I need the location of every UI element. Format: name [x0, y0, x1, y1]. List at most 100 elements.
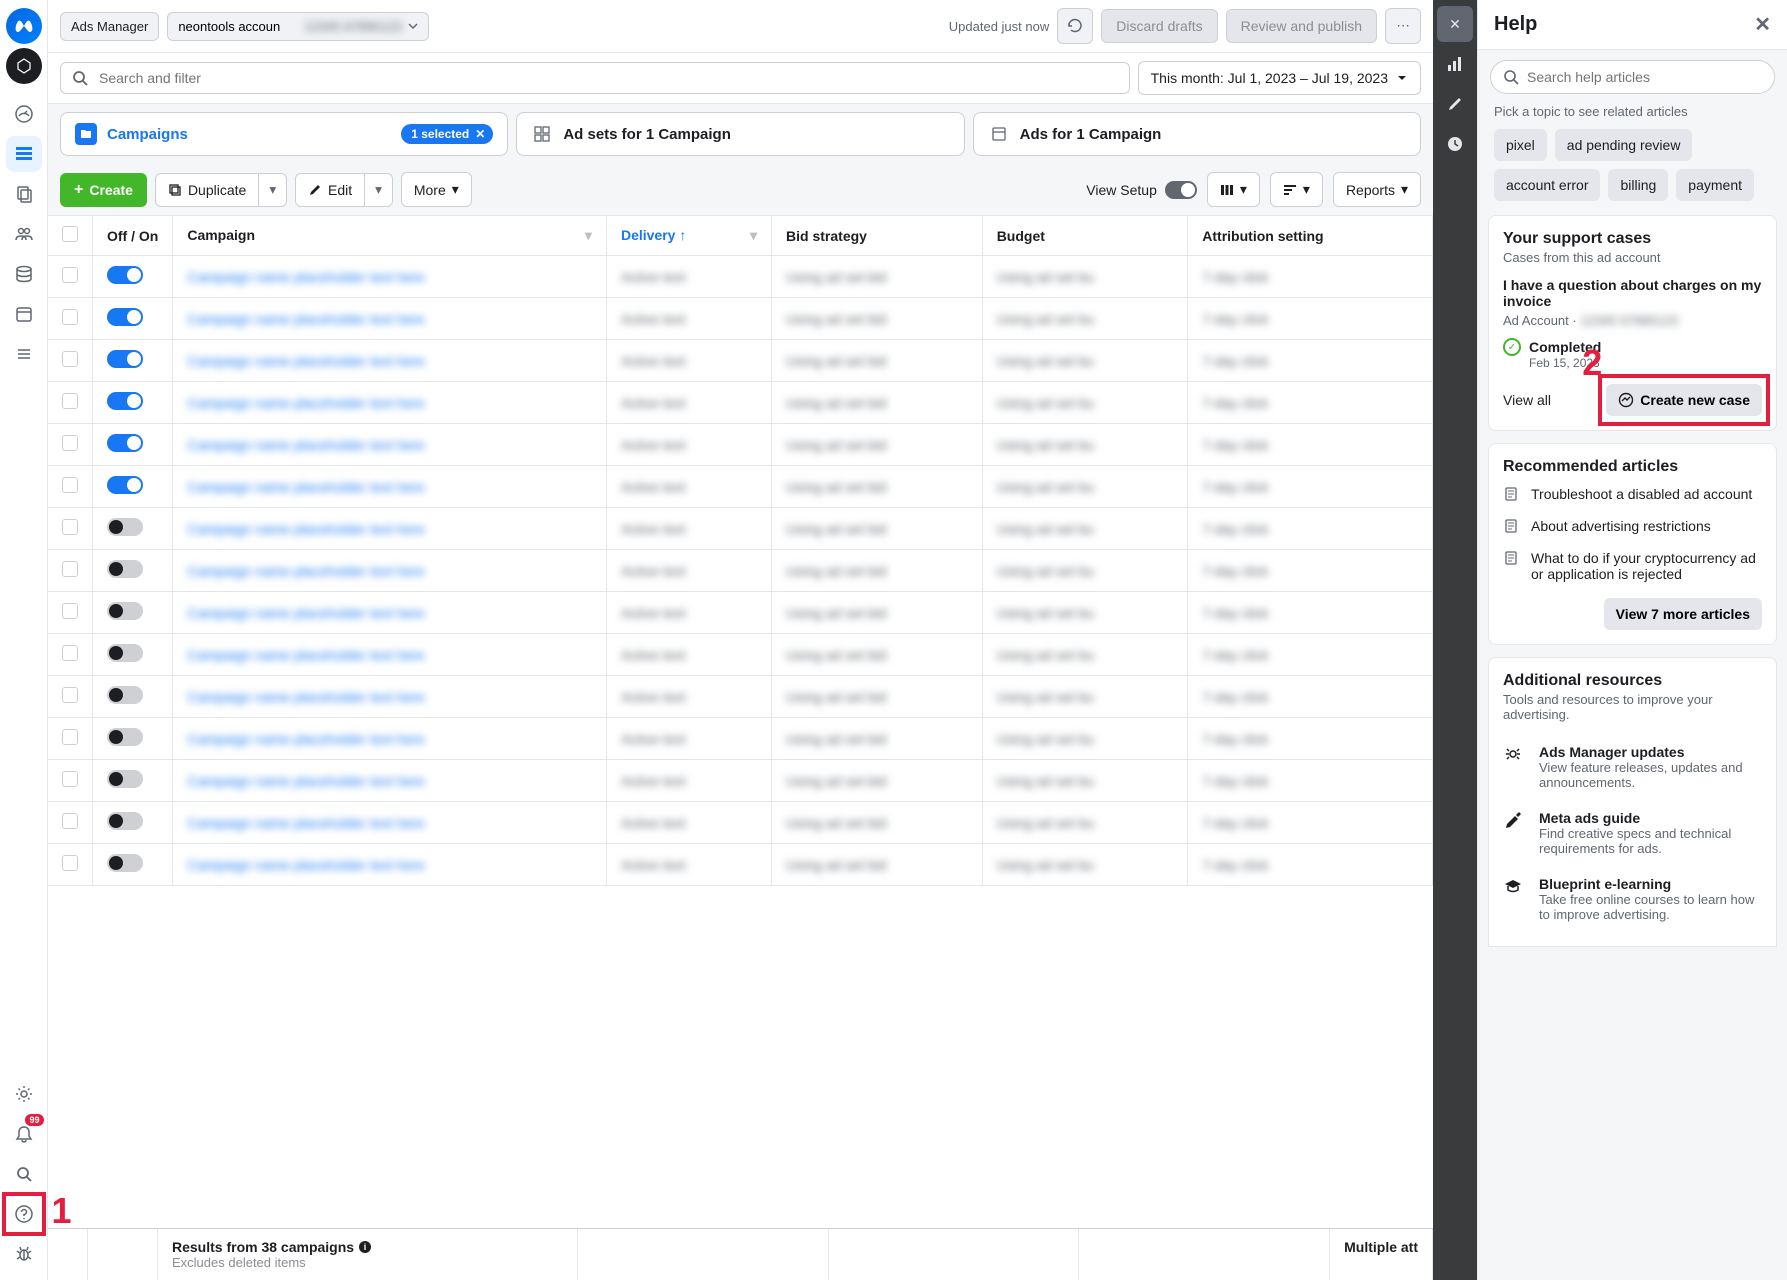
history-clock-icon[interactable] — [1437, 126, 1473, 162]
date-range-selector[interactable]: This month: Jul 1, 2023 – Jul 19, 2023 — [1138, 61, 1421, 95]
clear-selection-icon[interactable]: ✕ — [475, 127, 485, 141]
column-campaign[interactable]: Campaign ▾ — [173, 216, 607, 256]
close-help-icon[interactable]: ✕ — [1754, 12, 1771, 37]
tab-ads[interactable]: Ads for 1 Campaign — [973, 112, 1421, 156]
select-all-checkbox[interactable] — [62, 226, 78, 242]
table-row[interactable]: Campaign name placeholder text here Acti… — [48, 718, 1433, 760]
row-checkbox[interactable] — [62, 519, 78, 535]
row-toggle[interactable] — [107, 728, 143, 746]
article-link[interactable]: Troubleshoot a disabled ad account — [1503, 478, 1762, 510]
notifications-bell-icon[interactable]: 99 — [6, 1116, 42, 1152]
topic-chip[interactable]: account error — [1494, 169, 1600, 201]
row-toggle[interactable] — [107, 812, 143, 830]
events-icon[interactable] — [6, 296, 42, 332]
more-button[interactable]: More ▾ — [401, 172, 472, 207]
row-checkbox[interactable] — [62, 477, 78, 493]
row-toggle[interactable] — [107, 770, 143, 788]
help-search-box[interactable] — [1490, 60, 1775, 94]
row-checkbox[interactable] — [62, 351, 78, 367]
table-row[interactable]: Campaign name placeholder text here Acti… — [48, 298, 1433, 340]
row-toggle[interactable] — [107, 308, 143, 326]
row-toggle[interactable] — [107, 392, 143, 410]
row-toggle[interactable] — [107, 434, 143, 452]
info-icon[interactable]: i — [358, 1240, 372, 1254]
column-attribution[interactable]: Attribution setting — [1188, 216, 1433, 256]
dashboard-icon[interactable] — [6, 96, 42, 132]
duplicate-button[interactable]: Duplicate — [155, 173, 259, 207]
topic-chip[interactable]: payment — [1676, 169, 1754, 201]
row-toggle[interactable] — [107, 560, 143, 578]
table-row[interactable]: Campaign name placeholder text here Acti… — [48, 340, 1433, 382]
menu-icon[interactable] — [6, 336, 42, 372]
row-toggle[interactable] — [107, 266, 143, 284]
view-setup-toggle[interactable]: View Setup — [1086, 181, 1197, 199]
row-checkbox[interactable] — [62, 435, 78, 451]
resource-link[interactable]: Meta ads guideFind creative specs and te… — [1503, 800, 1762, 866]
table-row[interactable]: Campaign name placeholder text here Acti… — [48, 382, 1433, 424]
table-row[interactable]: Campaign name placeholder text here Acti… — [48, 424, 1433, 466]
column-delivery[interactable]: Delivery ↑▾ — [606, 216, 771, 256]
close-panel-icon[interactable]: ✕ — [1437, 6, 1473, 42]
table-row[interactable]: Campaign name placeholder text here Acti… — [48, 676, 1433, 718]
help-search-input[interactable] — [1527, 69, 1762, 85]
column-offon[interactable]: Off / On — [93, 216, 173, 256]
view-all-link[interactable]: View all — [1503, 392, 1551, 408]
edit-dropdown[interactable]: ▾ — [365, 173, 393, 207]
topic-chip[interactable]: ad pending review — [1555, 129, 1693, 161]
table-row[interactable]: Campaign name placeholder text here Acti… — [48, 634, 1433, 676]
table-row[interactable]: Campaign name placeholder text here Acti… — [48, 760, 1433, 802]
create-button[interactable]: +Create — [60, 173, 147, 207]
settings-gear-icon[interactable] — [6, 1076, 42, 1112]
breakdown-button[interactable]: ▾ — [1270, 172, 1323, 207]
review-publish-button[interactable]: Review and publish — [1226, 9, 1377, 43]
resource-link[interactable]: Ads Manager updatesView feature releases… — [1503, 734, 1762, 800]
row-checkbox[interactable] — [62, 267, 78, 283]
table-row[interactable]: Campaign name placeholder text here Acti… — [48, 550, 1433, 592]
topic-chip[interactable]: billing — [1608, 169, 1668, 201]
copy-icon[interactable] — [6, 176, 42, 212]
charts-icon[interactable] — [1437, 46, 1473, 82]
row-toggle[interactable] — [107, 644, 143, 662]
resource-link[interactable]: Blueprint e-learningTake free online cou… — [1503, 866, 1762, 932]
row-toggle[interactable] — [107, 686, 143, 704]
selected-count-pill[interactable]: 1 selected✕ — [401, 124, 493, 144]
row-checkbox[interactable] — [62, 771, 78, 787]
article-link[interactable]: What to do if your cryptocurrency ad or … — [1503, 542, 1762, 590]
row-toggle[interactable] — [107, 350, 143, 368]
billing-icon[interactable] — [6, 256, 42, 292]
row-checkbox[interactable] — [62, 393, 78, 409]
ads-manager-icon[interactable] — [6, 136, 42, 172]
row-checkbox[interactable] — [62, 603, 78, 619]
search-filter-box[interactable] — [60, 62, 1130, 94]
table-row[interactable]: Campaign name placeholder text here Acti… — [48, 256, 1433, 298]
column-bid[interactable]: Bid strategy — [772, 216, 983, 256]
account-avatar-icon[interactable] — [6, 48, 42, 84]
more-menu-button[interactable]: ⋯ — [1385, 8, 1421, 44]
row-checkbox[interactable] — [62, 645, 78, 661]
table-row[interactable]: Campaign name placeholder text here Acti… — [48, 592, 1433, 634]
tab-adsets[interactable]: Ad sets for 1 Campaign — [516, 112, 964, 156]
table-row[interactable]: Campaign name placeholder text here Acti… — [48, 844, 1433, 886]
search-filter-input[interactable] — [99, 70, 1119, 86]
meta-logo-icon[interactable] — [6, 8, 42, 44]
edit-button[interactable]: Edit — [295, 173, 365, 207]
edit-pencil-icon[interactable] — [1437, 86, 1473, 122]
row-toggle[interactable] — [107, 602, 143, 620]
row-toggle[interactable] — [107, 854, 143, 872]
row-checkbox[interactable] — [62, 729, 78, 745]
reports-button[interactable]: Reports ▾ — [1333, 172, 1421, 207]
app-name-chip[interactable]: Ads Manager — [60, 12, 159, 41]
column-budget[interactable]: Budget — [982, 216, 1188, 256]
columns-button[interactable]: ▾ — [1207, 172, 1260, 207]
row-checkbox[interactable] — [62, 687, 78, 703]
topic-chip[interactable]: pixel — [1494, 129, 1547, 161]
refresh-button[interactable] — [1057, 8, 1093, 44]
discard-drafts-button[interactable]: Discard drafts — [1101, 9, 1217, 43]
row-checkbox[interactable] — [62, 855, 78, 871]
article-link[interactable]: About advertising restrictions — [1503, 510, 1762, 542]
table-row[interactable]: Campaign name placeholder text here Acti… — [48, 508, 1433, 550]
view-more-articles-button[interactable]: View 7 more articles — [1604, 598, 1762, 630]
search-icon[interactable] — [6, 1156, 42, 1192]
row-checkbox[interactable] — [62, 561, 78, 577]
table-row[interactable]: Campaign name placeholder text here Acti… — [48, 802, 1433, 844]
